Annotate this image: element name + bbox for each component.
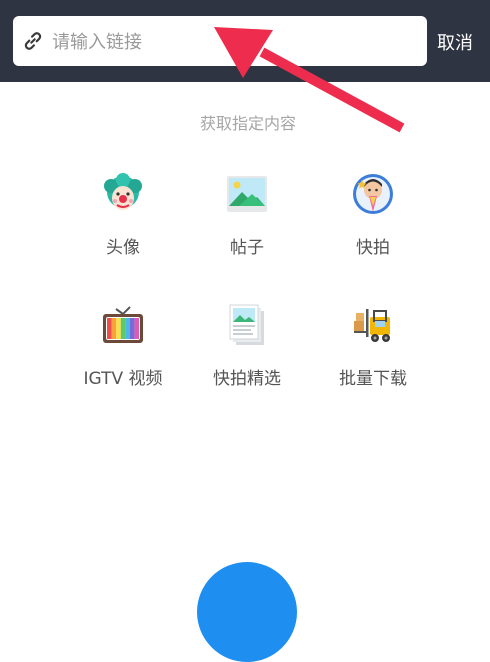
forklift-icon [354, 309, 390, 342]
story-character-icon [353, 174, 393, 214]
feature-avatar[interactable]: 头像 [63, 172, 183, 272]
top-bar: 取消 [0, 0, 490, 82]
photo-stack-icon [229, 304, 264, 345]
search-input[interactable] [50, 24, 414, 60]
feature-label: 批量下载 [339, 369, 407, 389]
feature-label: 头像 [106, 238, 140, 258]
feature-label: 快拍精选 [213, 369, 281, 389]
search-box[interactable] [13, 16, 427, 66]
retro-tv-icon [103, 306, 143, 343]
download-fab-button[interactable] [197, 562, 297, 662]
feature-label: 快拍 [356, 238, 390, 258]
feature-post[interactable]: 帖子 [187, 172, 307, 272]
annotation-arrow [214, 27, 405, 133]
clown-avatar-icon [104, 173, 142, 210]
feature-label: IGTV 视频 [83, 369, 163, 389]
section-title: 获取指定内容 [199, 114, 296, 133]
feature-highlights[interactable]: 快拍精选 [187, 303, 307, 403]
feature-label: 帖子 [230, 238, 264, 258]
link-icon [24, 32, 42, 50]
feature-igtv[interactable]: IGTV 视频 [63, 303, 183, 403]
cancel-button[interactable]: 取消 [437, 26, 487, 58]
feature-story[interactable]: 快拍 [313, 172, 433, 272]
picture-post-icon [227, 176, 267, 212]
feature-batch-download[interactable]: 批量下载 [313, 303, 433, 403]
